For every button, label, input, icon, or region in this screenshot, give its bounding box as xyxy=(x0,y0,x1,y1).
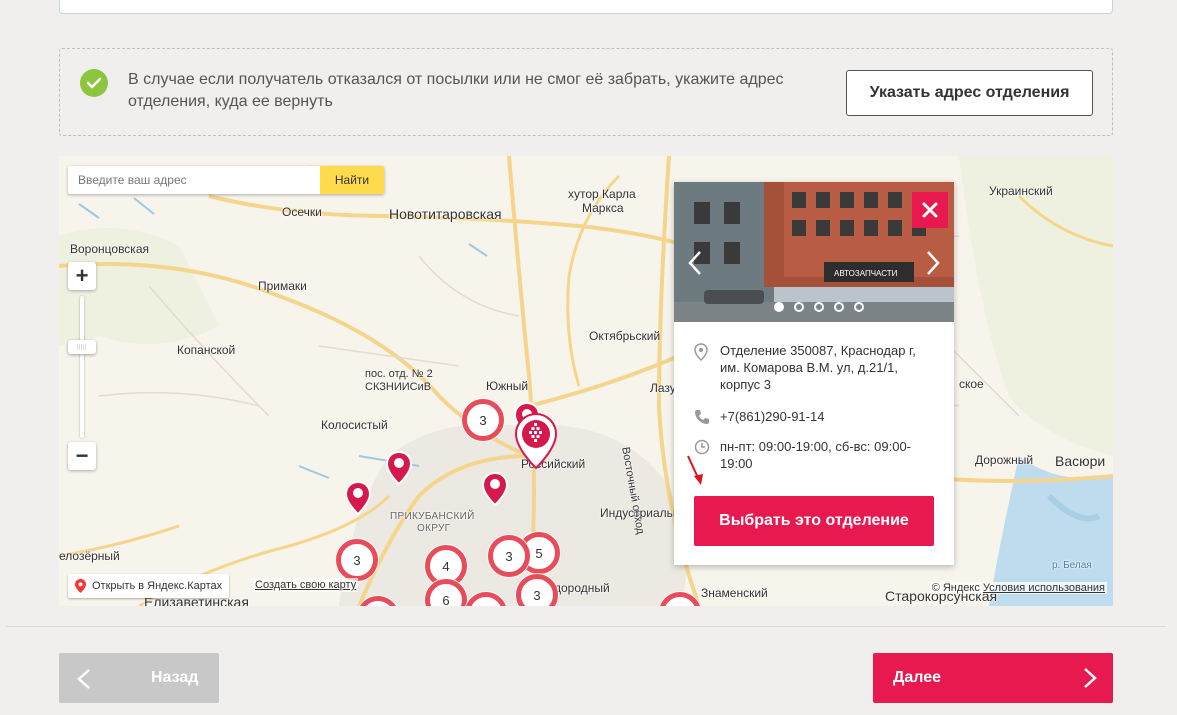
return-info-text: В случае если получатель отказался от по… xyxy=(128,71,784,110)
place-label: Октябрьский xyxy=(589,329,661,343)
branch-photo-carousel[interactable]: АВТОЗАПЧАСТИ xyxy=(674,182,954,322)
footer-divider xyxy=(6,626,1166,627)
branch-cluster[interactable]: 3 xyxy=(336,539,378,581)
zoom-control: + − xyxy=(68,262,96,472)
selected-pin-icon xyxy=(514,412,558,470)
create-own-map-link[interactable]: Создать свою карту xyxy=(253,578,359,592)
chevron-right-icon xyxy=(1084,668,1097,688)
chevron-left-icon xyxy=(688,251,701,275)
branch-map[interactable]: Новотитаровская хутор Карла Маркса Осечк… xyxy=(59,156,1113,606)
yandex-pin-icon xyxy=(75,579,86,593)
find-button[interactable]: Найти xyxy=(320,166,384,194)
photo-sign: АВТОЗАПЧАСТИ xyxy=(834,269,898,278)
specify-branch-address-button[interactable]: Указать адрес отделения xyxy=(846,70,1093,116)
back-button[interactable]: Назад xyxy=(59,653,219,703)
district-label: ПРИКУБАНСКИЙ xyxy=(390,511,475,522)
branch-popup: АВТОЗАПЧАСТИ Отделение 350087, Краснодар… xyxy=(674,182,954,565)
place-label: хутор Карла xyxy=(568,187,636,201)
map-background xyxy=(59,156,1113,606)
branch-marker[interactable] xyxy=(481,471,509,511)
place-label: Воронцовская xyxy=(70,242,149,256)
chevron-right-icon xyxy=(927,251,940,275)
place-label: ское xyxy=(959,377,984,391)
place-label: СКЗНИИСиВ xyxy=(365,381,432,393)
check-icon xyxy=(80,69,108,97)
photo-dot[interactable] xyxy=(854,302,864,312)
zoom-slider-track[interactable] xyxy=(80,296,84,438)
map-pin-icon xyxy=(344,480,372,516)
open-in-yandex-maps-link[interactable]: Открыть в Яндекс.Картах xyxy=(68,574,230,598)
place-label: пос. отд. № 2 xyxy=(365,368,433,380)
place-label: Новотитаровская xyxy=(389,206,502,222)
branch-marker[interactable] xyxy=(344,480,372,520)
place-label: Знаменский xyxy=(701,586,768,600)
phone-icon xyxy=(695,410,709,424)
photo-dot[interactable] xyxy=(774,302,784,312)
place-label: Примаки xyxy=(258,279,307,293)
return-address-block: В случае если получатель отказался от по… xyxy=(59,48,1113,136)
zoom-out-button[interactable]: − xyxy=(68,442,96,470)
branch-cluster[interactable]: 3 xyxy=(488,535,530,577)
photo-prev-button[interactable] xyxy=(688,250,702,283)
branch-phone-row: +7(861)290-91-14 xyxy=(694,408,824,430)
place-label: Колосистый xyxy=(321,418,388,432)
address-search-input[interactable] xyxy=(68,166,320,194)
district-label: ОКРУГ xyxy=(417,523,451,534)
zoom-in-button[interactable]: + xyxy=(68,262,96,290)
map-pin-icon xyxy=(481,471,509,507)
previous-field-bottom xyxy=(59,0,1113,14)
place-label: Индустриальн xyxy=(600,506,680,520)
next-button[interactable]: Далее xyxy=(873,653,1113,703)
select-branch-button[interactable]: Выбрать это отделение xyxy=(694,496,934,546)
branch-address-row: Отделение 350087, Краснодар г, им. Комар… xyxy=(694,342,920,393)
place-label: елозёрный xyxy=(59,549,120,563)
river-label: р. Белая xyxy=(1052,560,1092,571)
photo-pagination xyxy=(774,302,864,312)
annotation-arrow xyxy=(686,454,706,493)
map-pin-icon xyxy=(385,450,413,486)
place-label: Осечки xyxy=(282,205,322,219)
selected-branch-marker[interactable] xyxy=(514,412,558,475)
next-button-label: Далее xyxy=(893,669,942,686)
clock-icon xyxy=(694,439,710,455)
branch-hours-row: пн-пт: 09:00-19:00, сб-вс: 09:00-19:00 xyxy=(694,438,940,472)
branch-phone[interactable]: +7(861)290-91-14 xyxy=(720,408,824,430)
back-button-label: Назад xyxy=(151,669,199,686)
terms-of-use-link[interactable]: Условия использования xyxy=(983,582,1105,594)
red-arrow-icon xyxy=(687,455,703,485)
photo-dot[interactable] xyxy=(794,302,804,312)
branch-cluster[interactable]: 3 xyxy=(462,399,504,441)
branch-address: Отделение 350087, Краснодар г, им. Комар… xyxy=(720,343,916,392)
map-search: Найти xyxy=(68,166,384,194)
location-pin-icon xyxy=(694,343,708,362)
place-label: Украинский xyxy=(989,184,1053,198)
place-label: Копанской xyxy=(177,343,236,357)
zoom-slider-handle[interactable] xyxy=(68,340,96,354)
place-label: дородный xyxy=(554,581,610,595)
place-label: Лазу xyxy=(650,381,676,395)
branch-hours: пн-пт: 09:00-19:00, сб-вс: 09:00-19:00 xyxy=(720,439,912,471)
photo-dot[interactable] xyxy=(834,302,844,312)
open-in-yandex-label: Открыть в Яндекс.Картах xyxy=(92,580,223,592)
photo-dot[interactable] xyxy=(814,302,824,312)
place-label: Маркса xyxy=(582,201,624,215)
close-icon xyxy=(922,202,938,218)
place-label: Дорожный xyxy=(975,453,1034,467)
place-label: Южный xyxy=(486,379,529,393)
map-copyright: © Яндекс Условия использования xyxy=(929,582,1107,594)
place-label: Васюри xyxy=(1055,453,1106,469)
copyright-owner: © Яндекс xyxy=(931,582,980,594)
chevron-left-icon xyxy=(77,669,90,689)
close-popup-button[interactable] xyxy=(912,192,948,228)
photo-next-button[interactable] xyxy=(926,250,940,283)
branch-marker[interactable] xyxy=(385,450,413,490)
